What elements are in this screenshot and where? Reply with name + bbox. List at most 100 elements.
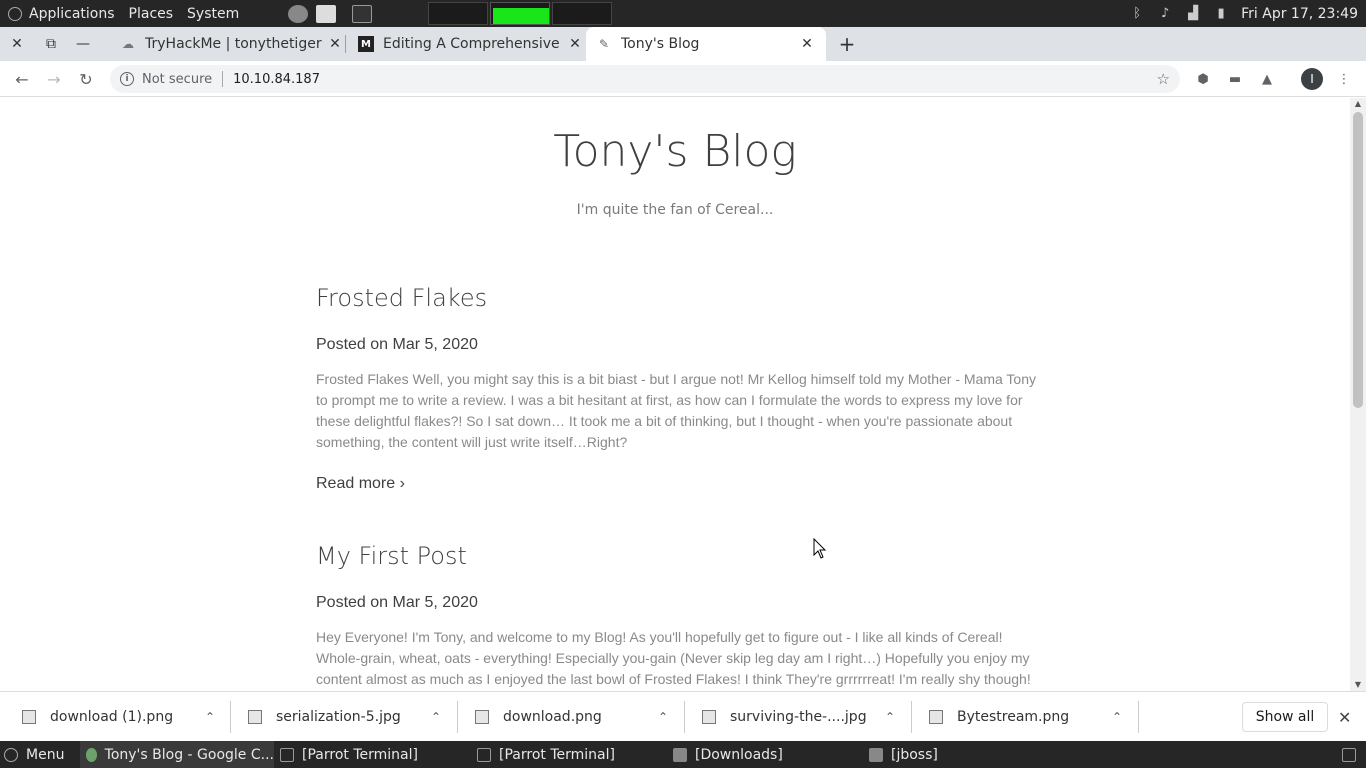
taskbar-item-label: [Parrot Terminal] (302, 746, 418, 763)
blog-subtitle: I'm quite the fan of Cereal... (576, 202, 774, 218)
browser-launcher-icon[interactable] (288, 4, 309, 23)
url-text[interactable]: 10.10.84.187 (233, 72, 320, 87)
extension-mask-icon[interactable]: ▬ (1225, 69, 1245, 89)
bluetooth-icon[interactable]: ᛒ (1129, 6, 1145, 22)
cloud-icon: ☁ (122, 37, 134, 51)
download-item[interactable]: download (1).png ⌃ (0, 692, 220, 742)
taskbar-item-jboss[interactable]: [jboss] (869, 741, 938, 768)
system-tray: ᛒ ♪ ▟ ▮ Fri Apr 17, 23:49 (1129, 0, 1366, 27)
download-item[interactable]: download.png ⌃ (453, 692, 673, 742)
tab-title: Tony's Blog (621, 36, 700, 52)
forward-icon[interactable]: → (42, 67, 66, 91)
reload-icon[interactable]: ↻ (74, 67, 98, 91)
chevron-up-icon[interactable]: ⌃ (880, 710, 900, 724)
system-menu[interactable]: System (180, 6, 246, 22)
image-file-icon (929, 710, 943, 724)
start-menu-button[interactable]: Menu (0, 741, 64, 768)
bookmark-star-icon[interactable]: ☆ (1157, 70, 1170, 88)
post-my-first-post: My First Post Posted on Mar 5, 2020 Hey … (316, 542, 1046, 690)
chevron-up-icon[interactable]: ⌃ (1107, 710, 1127, 724)
post-title[interactable]: My First Post (316, 542, 1046, 570)
places-menu[interactable]: Places (122, 6, 181, 22)
workspace-1[interactable] (428, 2, 488, 25)
download-divider (1138, 701, 1139, 733)
back-icon[interactable]: ← (10, 67, 34, 91)
start-menu-label: Menu (26, 746, 65, 763)
tab-close-icon[interactable]: ✕ (326, 36, 344, 52)
close-downloads-icon[interactable]: ✕ (1338, 708, 1351, 727)
taskbar-item-browser[interactable]: Tony's Blog - Google C... (80, 741, 274, 768)
scroll-up-icon[interactable]: ▲ (1350, 98, 1366, 110)
chevron-up-icon[interactable]: ⌃ (200, 710, 220, 724)
info-icon[interactable]: i (120, 72, 134, 86)
page-content: Tony's Blog I'm quite the fan of Cereal.… (0, 98, 1350, 691)
extension-fox-icon[interactable]: ▲ (1257, 69, 1277, 89)
download-item[interactable]: surviving-the-....jpg ⌃ (680, 692, 900, 742)
taskbar-item-downloads[interactable]: [Downloads] (673, 741, 783, 768)
omnibox[interactable]: i Not secure 10.10.84.187 ☆ (110, 65, 1180, 93)
post-date: Posted on Mar 5, 2020 (316, 336, 478, 353)
applications-menu[interactable]: Applications (22, 6, 122, 22)
image-file-icon (22, 710, 36, 724)
image-file-icon (702, 710, 716, 724)
chevron-up-icon[interactable]: ⌃ (653, 710, 673, 724)
extension-hexagon-icon[interactable]: ⬢ (1193, 69, 1213, 89)
network-signal-icon[interactable]: ▟ (1185, 6, 1201, 22)
taskbar-item-label: [jboss] (891, 746, 938, 763)
volume-icon[interactable]: ♪ (1157, 6, 1173, 22)
terminal-icon (280, 747, 294, 762)
chrome-icon (86, 747, 97, 762)
taskbar-item-label: Tony's Blog - Google C... (104, 746, 274, 763)
window-restore-icon[interactable]: ⧉ (36, 27, 66, 61)
image-file-icon (248, 710, 262, 724)
blog-icon: ✎ (598, 37, 610, 51)
read-more-link[interactable]: Read more › (316, 475, 1046, 493)
workspace-switcher (428, 2, 612, 25)
page-scrollbar[interactable]: ▲ ▼ (1350, 98, 1366, 691)
download-name: surviving-the-....jpg (730, 709, 867, 725)
tab-close-icon[interactable]: ✕ (798, 36, 816, 52)
text-editor-launcher-icon[interactable] (316, 4, 337, 23)
profile-avatar[interactable]: I (1301, 68, 1323, 90)
show-all-button[interactable]: Show all (1242, 702, 1328, 732)
show-desktop-icon[interactable] (1342, 741, 1364, 768)
new-tab-icon[interactable]: + (832, 27, 862, 61)
tab-tonys-blog[interactable]: ✎ Tony's Blog ✕ (586, 27, 826, 61)
post-excerpt: Hey Everyone! I'm Tony, and welcome to m… (316, 629, 1031, 687)
terminal-launcher-icon[interactable] (352, 4, 373, 23)
scroll-down-icon[interactable]: ▼ (1350, 679, 1366, 691)
download-item[interactable]: serialization-5.jpg ⌃ (226, 692, 446, 742)
workspace-2[interactable] (490, 2, 550, 25)
menu-dots-icon[interactable]: ⋮ (1334, 69, 1354, 89)
post-date: Posted on Mar 5, 2020 (316, 594, 478, 611)
terminal-icon (477, 747, 491, 762)
parrot-logo-icon[interactable] (8, 6, 22, 21)
scrollbar-thumb[interactable] (1353, 112, 1363, 408)
quick-launchers (288, 4, 373, 23)
folder-icon (673, 747, 687, 762)
download-name: serialization-5.jpg (276, 709, 401, 725)
post-title[interactable]: Frosted Flakes (316, 284, 1046, 312)
tab-close-icon[interactable]: ✕ (566, 36, 584, 52)
bottom-taskbar: Menu Tony's Blog - Google C... [Parrot T… (0, 741, 1366, 768)
tab-divider (345, 35, 346, 53)
tab-strip: ✕ ⧉ — ☁ TryHackMe | tonythetiger ✕ M Edi… (0, 27, 1366, 61)
system-top-panel: Applications Places System ᛒ ♪ ▟ ▮ Fri A… (0, 0, 1366, 27)
folder-icon (869, 747, 883, 762)
desktop-icon (1342, 747, 1356, 762)
window-close-icon[interactable]: ✕ (2, 27, 32, 61)
tab-medium-editor[interactable]: M Editing A Comprehensive ✕ (350, 27, 584, 61)
workspace-3[interactable] (552, 2, 612, 25)
clock[interactable]: Fri Apr 17, 23:49 (1241, 6, 1358, 22)
image-file-icon (475, 710, 489, 724)
system-menus: Applications Places System (22, 0, 246, 27)
download-name: Bytestream.png (957, 709, 1070, 725)
chevron-up-icon[interactable]: ⌃ (426, 710, 446, 724)
window-minimize-icon[interactable]: — (68, 27, 98, 61)
download-item[interactable]: Bytestream.png ⌃ (907, 692, 1127, 742)
tab-tryhackme[interactable]: ☁ TryHackMe | tonythetiger ✕ (112, 27, 344, 61)
download-name: download.png (503, 709, 602, 725)
battery-icon[interactable]: ▮ (1213, 6, 1229, 22)
taskbar-item-terminal-1[interactable]: [Parrot Terminal] (280, 741, 418, 768)
taskbar-item-terminal-2[interactable]: [Parrot Terminal] (477, 741, 615, 768)
